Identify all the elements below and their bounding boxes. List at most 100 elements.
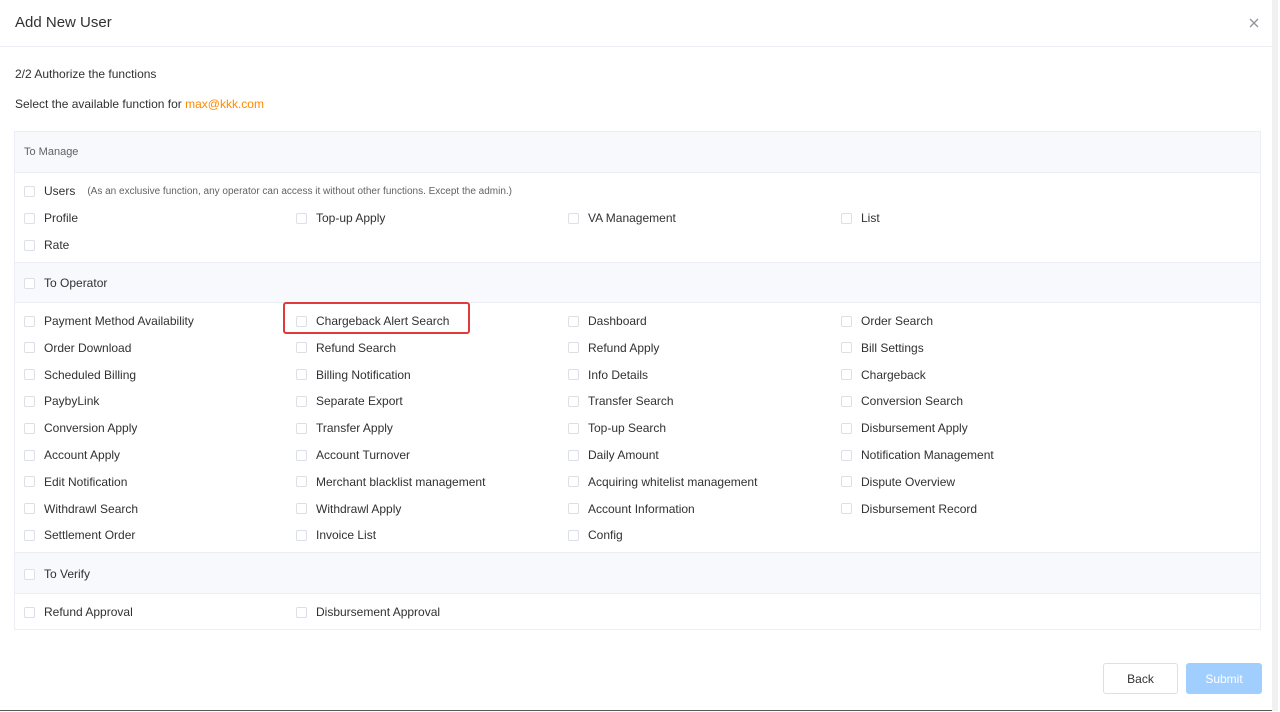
checkbox-icon[interactable] (24, 369, 35, 381)
checkbox-to-verify[interactable]: To Verify (24, 566, 90, 582)
checkbox-merchant-blacklist-management[interactable]: Merchant blacklist management (296, 474, 485, 490)
checkbox-users[interactable]: Users (As an exclusive function, any ope… (24, 183, 512, 199)
checkbox-refund-search[interactable]: Refund Search (296, 340, 396, 356)
checkbox-account-apply[interactable]: Account Apply (24, 447, 120, 463)
checkbox-icon[interactable] (24, 606, 35, 618)
checkbox-icon[interactable] (24, 476, 35, 488)
checkbox-icon[interactable] (568, 449, 579, 461)
to-manage-label: To Manage (24, 146, 79, 158)
checkbox-billing-notification[interactable]: Billing Notification (296, 367, 411, 383)
users-note: (As an exclusive function, any operator … (87, 185, 513, 197)
dialog-header: Add New User (0, 0, 1276, 47)
checkbox-icon[interactable] (841, 212, 852, 224)
checkbox-icon[interactable] (841, 315, 852, 327)
checkbox-list[interactable]: List (841, 210, 880, 226)
checkbox-label: Invoice List (316, 528, 377, 543)
checkbox-icon[interactable] (568, 503, 579, 515)
checkbox-icon[interactable] (296, 395, 307, 407)
checkbox-icon[interactable] (296, 212, 307, 224)
checkbox-account-turnover[interactable]: Account Turnover (296, 447, 410, 463)
checkbox-chargeback[interactable]: Chargeback (841, 367, 926, 383)
checkbox-icon[interactable] (841, 342, 852, 354)
checkbox-transfer-search[interactable]: Transfer Search (568, 393, 674, 409)
checkbox-paybylink[interactable]: PaybyLink (24, 393, 99, 409)
checkbox-conversion-apply[interactable]: Conversion Apply (24, 420, 137, 436)
checkbox-info-details[interactable]: Info Details (568, 367, 648, 383)
checkbox-settlement-order[interactable]: Settlement Order (24, 527, 135, 543)
checkbox-va-management[interactable]: VA Management (568, 210, 676, 226)
checkbox-transfer-apply[interactable]: Transfer Apply (296, 420, 393, 436)
checkbox-icon[interactable] (296, 369, 307, 381)
close-icon[interactable] (1246, 15, 1262, 31)
checkbox-icon[interactable] (841, 369, 852, 381)
checkbox-icon[interactable] (841, 422, 852, 434)
checkbox-icon[interactable] (841, 449, 852, 461)
checkbox-to-operator[interactable]: To Operator (24, 275, 107, 291)
checkbox-icon[interactable] (24, 449, 35, 461)
checkbox-disbursement-apply[interactable]: Disbursement Apply (841, 420, 968, 436)
checkbox-icon[interactable] (568, 422, 579, 434)
checkbox-top-up-search[interactable]: Top-up Search (568, 420, 666, 436)
scrollbar[interactable] (1272, 0, 1278, 711)
checkbox-icon[interactable] (24, 239, 35, 251)
checkbox-icon[interactable] (24, 277, 35, 289)
checkbox-daily-amount[interactable]: Daily Amount (568, 447, 659, 463)
checkbox-icon[interactable] (568, 395, 579, 407)
checkbox-order-search[interactable]: Order Search (841, 313, 933, 329)
checkbox-separate-export[interactable]: Separate Export (296, 393, 403, 409)
checkbox-bill-settings[interactable]: Bill Settings (841, 340, 924, 356)
checkbox-icon[interactable] (568, 476, 579, 488)
checkbox-icon[interactable] (24, 315, 35, 327)
checkbox-withdrawl-apply[interactable]: Withdrawl Apply (296, 501, 401, 517)
checkbox-acquiring-whitelist-management[interactable]: Acquiring whitelist management (568, 474, 757, 490)
checkbox-icon[interactable] (24, 503, 35, 515)
back-button[interactable]: Back (1103, 663, 1178, 694)
checkbox-icon[interactable] (24, 342, 35, 354)
checkbox-icon[interactable] (568, 212, 579, 224)
checkbox-dashboard[interactable]: Dashboard (568, 313, 647, 329)
checkbox-edit-notification[interactable]: Edit Notification (24, 474, 127, 490)
checkbox-icon[interactable] (568, 529, 579, 541)
checkbox-icon[interactable] (296, 529, 307, 541)
checkbox-icon[interactable] (24, 529, 35, 541)
checkbox-icon[interactable] (841, 395, 852, 407)
checkbox-dispute-overview[interactable]: Dispute Overview (841, 474, 955, 490)
checkbox-account-information[interactable]: Account Information (568, 501, 695, 517)
checkbox-icon[interactable] (568, 315, 579, 327)
submit-button[interactable]: Submit (1186, 663, 1262, 694)
checkbox-icon[interactable] (296, 503, 307, 515)
checkbox-icon[interactable] (24, 185, 35, 197)
checkbox-icon[interactable] (841, 476, 852, 488)
checkbox-disbursement-record[interactable]: Disbursement Record (841, 501, 977, 517)
checkbox-invoice-list[interactable]: Invoice List (296, 527, 376, 543)
checkbox-icon[interactable] (296, 476, 307, 488)
checkbox-icon[interactable] (24, 568, 35, 580)
checkbox-icon[interactable] (296, 606, 307, 618)
checkbox-icon[interactable] (296, 342, 307, 354)
checkbox-label: Separate Export (316, 394, 403, 409)
checkbox-disbursement-approval[interactable]: Disbursement Approval (296, 604, 440, 620)
checkbox-config[interactable]: Config (568, 527, 623, 543)
checkbox-profile[interactable]: Profile (24, 210, 78, 226)
users-label: Users (44, 184, 76, 198)
checkbox-icon[interactable] (568, 369, 579, 381)
checkbox-withdrawl-search[interactable]: Withdrawl Search (24, 501, 138, 517)
checkbox-icon[interactable] (24, 422, 35, 434)
checkbox-refund-apply[interactable]: Refund Apply (568, 340, 659, 356)
checkbox-label: Transfer Search (588, 394, 674, 409)
checkbox-refund-approval[interactable]: Refund Approval (24, 604, 133, 620)
checkbox-icon[interactable] (24, 395, 35, 407)
checkbox-order-download[interactable]: Order Download (24, 340, 131, 356)
checkbox-icon[interactable] (24, 212, 35, 224)
checkbox-icon[interactable] (296, 449, 307, 461)
checkbox-payment-method-availability[interactable]: Payment Method Availability (24, 313, 194, 329)
checkbox-rate[interactable]: Rate (24, 237, 69, 253)
checkbox-icon[interactable] (568, 342, 579, 354)
checkbox-conversion-search[interactable]: Conversion Search (841, 393, 963, 409)
dialog-title: Add New User (15, 14, 112, 31)
checkbox-top-up-apply[interactable]: Top-up Apply (296, 210, 385, 226)
checkbox-scheduled-billing[interactable]: Scheduled Billing (24, 367, 136, 383)
checkbox-icon[interactable] (296, 422, 307, 434)
checkbox-notification-management[interactable]: Notification Management (841, 447, 994, 463)
checkbox-icon[interactable] (841, 503, 852, 515)
